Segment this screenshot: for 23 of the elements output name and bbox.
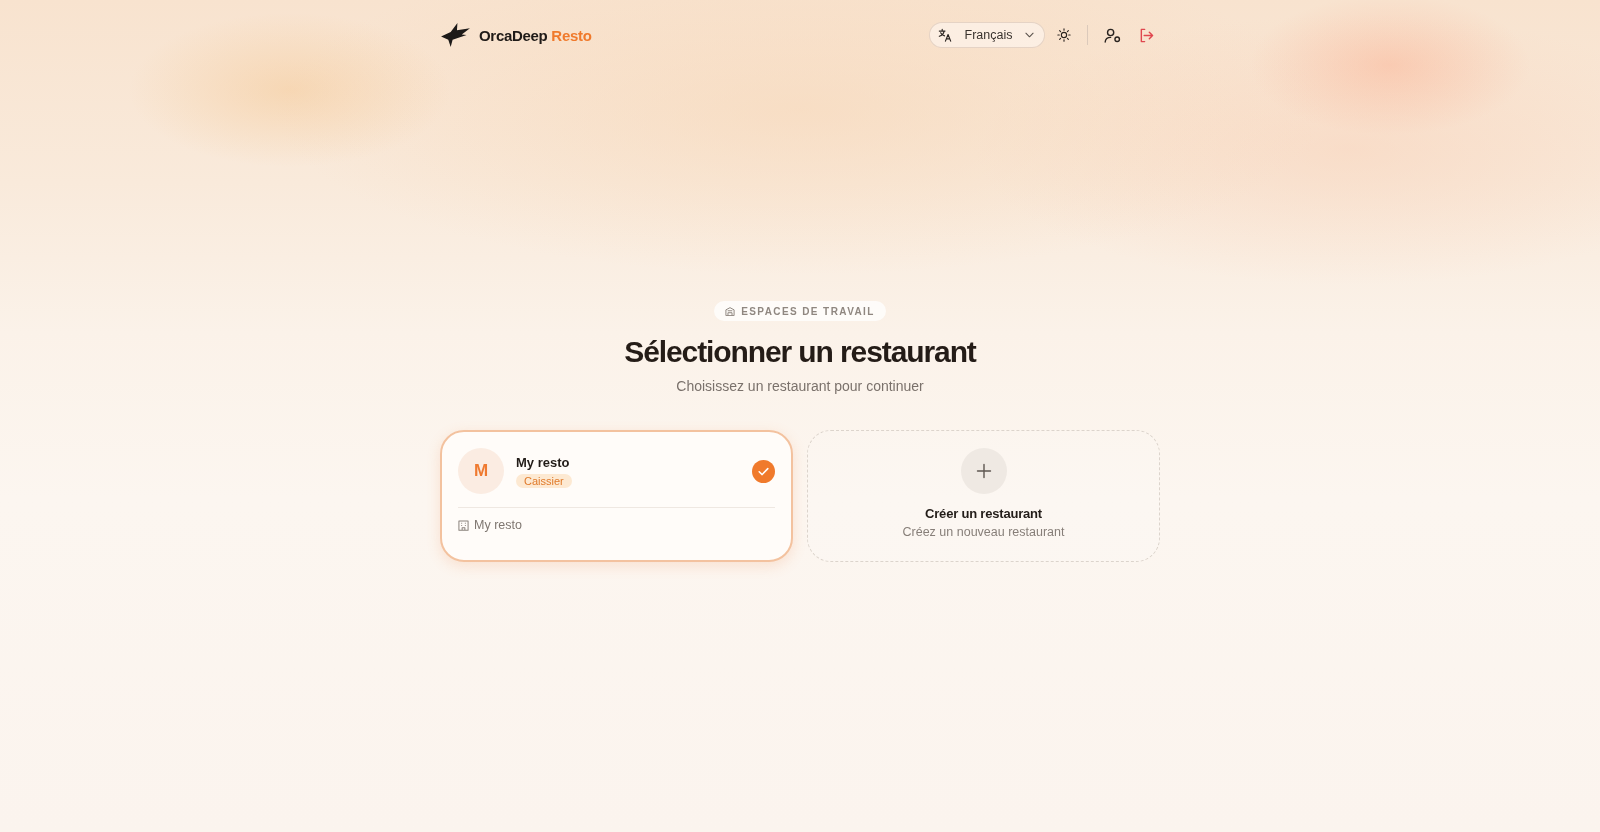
sun-icon: [1057, 28, 1071, 42]
restaurant-avatar: M: [458, 448, 504, 494]
language-select[interactable]: Français: [929, 22, 1045, 48]
create-restaurant-card[interactable]: Créer un restaurant Créez un nouveau restaurant: [807, 430, 1160, 562]
page-subtitle: Choisissez un restaurant pour continuer: [676, 377, 924, 395]
caret-icon: [1025, 32, 1034, 38]
restaurant-location: My resto: [474, 518, 522, 532]
logout-icon: [1139, 27, 1154, 43]
create-restaurant-subtitle: Créez un nouveau restaurant: [902, 525, 1065, 539]
section-badge: ESPACES DE TRAVAIL: [714, 301, 886, 321]
plus-icon: [960, 448, 1007, 494]
building-icon: [725, 306, 736, 316]
restaurant-card[interactable]: M My resto Caissier My resto: [440, 430, 793, 562]
brand-name: OrcaDeep Resto: [479, 26, 592, 44]
create-restaurant-title: Créer un restaurant: [925, 506, 1042, 521]
restaurant-name: My resto: [516, 454, 570, 470]
building-icon: [458, 519, 469, 531]
page-title: Sélectionner un restaurant: [624, 334, 976, 370]
logo-icon: [440, 22, 471, 48]
check-icon: [752, 459, 775, 483]
user-icon: [1104, 27, 1121, 43]
translate-icon: [938, 28, 952, 42]
role-badge: Caissier: [516, 473, 572, 488]
